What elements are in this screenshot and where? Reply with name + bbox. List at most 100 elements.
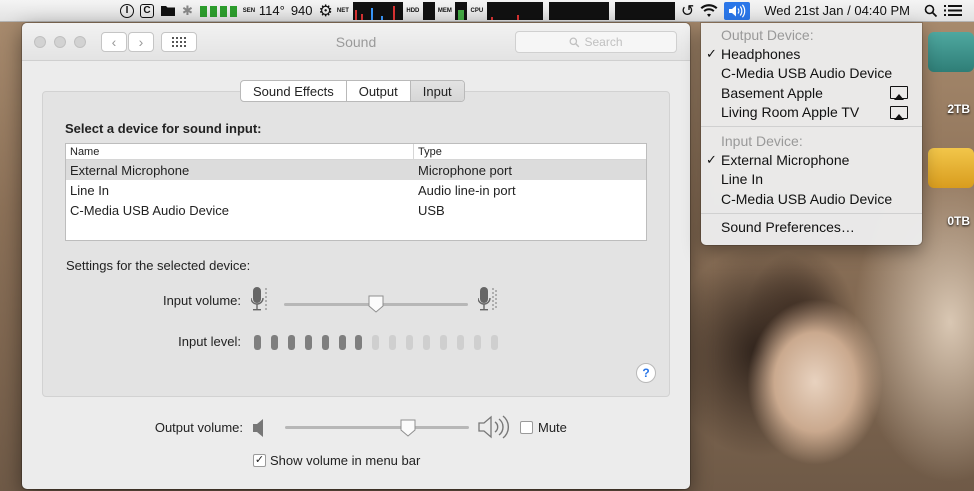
fan-speed-readout[interactable]: 940 — [291, 2, 313, 20]
hdd-graph[interactable] — [422, 1, 435, 20]
output-volume-label: Output volume: — [154, 420, 243, 435]
input-volume-label: Input volume: — [162, 293, 241, 308]
level-segment — [456, 335, 464, 350]
menu-separator — [701, 126, 922, 127]
level-segment — [338, 335, 346, 350]
menu-bar: I C ✱ SEN 114° 940 ⚙ NET HDD MEM CPU ↺ W… — [0, 0, 974, 22]
disk-icon[interactable] — [928, 32, 974, 72]
column-header-name[interactable]: Name — [66, 144, 414, 159]
level-segment — [406, 335, 414, 350]
airplay-icon — [890, 105, 908, 120]
column-header-type[interactable]: Type — [414, 144, 646, 159]
microphone-low-icon — [251, 287, 267, 311]
output-volume-slider[interactable] — [400, 419, 416, 437]
level-segment — [355, 335, 363, 350]
menu-item-label: Sound Preferences… — [721, 219, 855, 236]
activity-graph[interactable] — [548, 1, 609, 20]
menu-item-label: Line In — [721, 171, 764, 188]
menu-item-cmedia-input[interactable]: C-Media USB Audio Device — [701, 189, 922, 209]
level-segment — [389, 335, 397, 350]
network-graph[interactable] — [352, 1, 403, 20]
device-type: Audio line-in port — [418, 182, 516, 198]
device-name: C-Media USB Audio Device — [70, 202, 229, 218]
device-table[interactable]: Name Type External Microphone Microphone… — [65, 143, 647, 241]
speaker-low-icon — [253, 419, 263, 437]
list-icon[interactable] — [944, 2, 962, 20]
menu-item-label: C-Media USB Audio Device — [721, 190, 893, 207]
wifi-icon[interactable] — [700, 2, 718, 20]
checkmark-icon: ✓ — [706, 151, 717, 167]
search-placeholder: Search — [584, 35, 623, 49]
menu-item-label: External Microphone — [721, 151, 850, 168]
volume-icon[interactable] — [724, 1, 751, 20]
output-volume-track[interactable] — [285, 426, 469, 429]
level-segment — [490, 335, 498, 350]
volume-menu: Output Device: ✓ Headphones C-Media USB … — [701, 23, 922, 245]
tab-sound-effects[interactable]: Sound Effects — [241, 81, 347, 101]
tab-input[interactable]: Input — [410, 81, 464, 101]
level-segment — [439, 335, 447, 350]
input-volume-slider[interactable] — [368, 295, 384, 313]
device-type: USB — [418, 202, 445, 218]
activity-graph[interactable] — [614, 1, 675, 20]
checkmark-icon: ✓ — [706, 45, 717, 61]
datetime[interactable]: Wed 21st Jan / 04:40 PM — [756, 2, 918, 20]
level-segment — [254, 335, 261, 350]
show-volume-checkbox[interactable]: ✓ — [253, 454, 266, 467]
tab-bar: Sound Effects Output Input — [240, 80, 465, 102]
menu-item-line-in[interactable]: Line In — [701, 170, 922, 190]
mute-label: Mute — [538, 420, 567, 435]
menu-item-label: Headphones — [721, 45, 801, 62]
level-segment — [304, 335, 312, 350]
level-segment — [321, 335, 329, 350]
level-segment — [270, 335, 278, 350]
sound-preferences-window: ‹ › Sound Search Select a device for sou… — [22, 23, 690, 489]
battery-icon[interactable] — [199, 2, 239, 20]
search-icon — [570, 37, 580, 47]
search-input[interactable]: Search — [515, 31, 677, 53]
table-row[interactable]: C-Media USB Audio Device USB — [66, 200, 646, 220]
menu-item-label: Living Room Apple TV — [721, 104, 860, 121]
input-level-label: Input level: — [178, 334, 241, 349]
disk-label: 0TB — [947, 214, 970, 228]
menu-item-basement-apple[interactable]: Basement Apple — [701, 83, 922, 103]
disk-icon[interactable] — [928, 148, 974, 188]
menu-item-cmedia-output[interactable]: C-Media USB Audio Device — [701, 64, 922, 84]
menu-item-living-room-apple-tv[interactable]: Living Room Apple TV — [701, 103, 922, 123]
airplay-icon — [890, 86, 908, 101]
memory-graph[interactable] — [454, 1, 467, 20]
cmdc-icon[interactable]: C — [139, 2, 154, 20]
table-row[interactable]: External Microphone Microphone port — [66, 160, 646, 180]
time-machine-icon[interactable]: ↺ — [681, 2, 694, 20]
search-icon[interactable] — [924, 2, 938, 20]
device-name: External Microphone — [70, 162, 190, 178]
bluetooth-icon[interactable]: ✱ — [182, 2, 193, 20]
level-segment — [372, 335, 380, 350]
menu-item-sound-preferences[interactable]: Sound Preferences… — [701, 218, 922, 238]
onepassword-icon[interactable]: I — [119, 2, 134, 20]
menu-separator — [701, 212, 922, 214]
level-segment — [423, 335, 430, 350]
temperature-readout[interactable]: 114° — [259, 2, 285, 20]
panel-heading: Select a device for sound input: — [65, 121, 262, 136]
mem-label: MEM — [437, 7, 452, 14]
tab-output[interactable]: Output — [347, 81, 411, 101]
title-bar: ‹ › Sound Search — [22, 23, 690, 61]
menu-item-external-microphone[interactable]: ✓ External Microphone — [701, 150, 922, 170]
input-panel: Select a device for sound input: Name Ty… — [42, 91, 670, 397]
speaker-high-icon — [478, 415, 509, 439]
hdd-label: HDD — [406, 7, 420, 14]
cpu-graph[interactable] — [486, 1, 543, 20]
mute-checkbox[interactable] — [520, 421, 533, 434]
cpu-label: CPU — [470, 7, 484, 14]
disk-label: 2TB — [947, 102, 970, 116]
net-label: NET — [336, 7, 349, 14]
level-segment — [473, 335, 481, 350]
gear-icon[interactable]: ⚙ — [319, 2, 333, 20]
folder-icon[interactable] — [160, 2, 176, 20]
help-button[interactable]: ? — [636, 363, 656, 383]
menu-item-headphones[interactable]: ✓ Headphones — [701, 44, 922, 64]
table-row[interactable]: Line In Audio line-in port — [66, 180, 646, 200]
microphone-high-icon — [478, 287, 497, 311]
menu-item-label: C-Media USB Audio Device — [721, 65, 893, 82]
